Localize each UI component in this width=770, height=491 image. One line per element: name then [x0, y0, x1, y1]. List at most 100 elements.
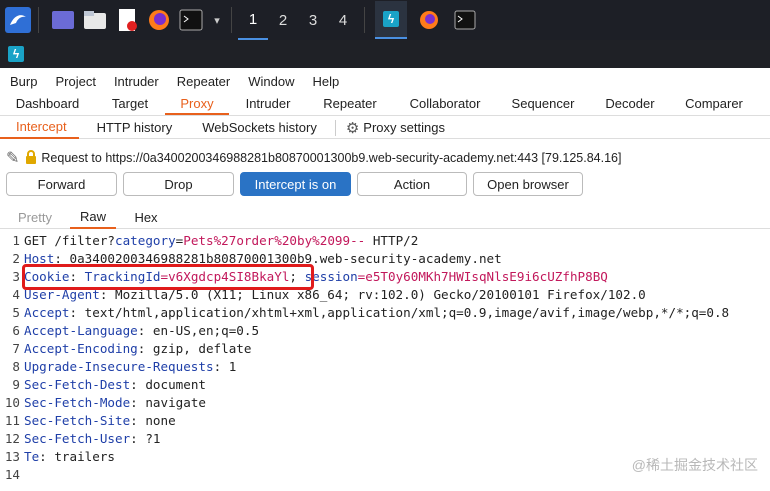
- header-value: : ?1: [130, 431, 161, 446]
- taskbar-separator: [364, 7, 365, 33]
- header-line: 8 Upgrade-Insecure-Requests: 1: [0, 358, 770, 376]
- burp-window-icon[interactable]: ϟ: [375, 1, 407, 39]
- intercept-toggle-button[interactable]: Intercept is on: [240, 172, 351, 196]
- cookie-highlight-box: [22, 264, 314, 290]
- header-value: : document: [130, 377, 206, 392]
- terminal-window-icon[interactable]: [451, 6, 479, 34]
- menu-bar: Burp Project Intruder Repeater Window He…: [0, 70, 770, 92]
- message-editor-tabs: Pretty Raw Hex: [0, 207, 770, 229]
- menu-burp[interactable]: Burp: [0, 74, 45, 89]
- tab-collaborator[interactable]: Collaborator: [393, 92, 497, 115]
- menu-repeater[interactable]: Repeater: [167, 74, 238, 89]
- header-line: 5 Accept: text/html,application/xhtml+xm…: [0, 304, 770, 322]
- proxy-settings-button[interactable]: ⚙ Proxy settings: [342, 116, 457, 140]
- firefox-icon[interactable]: [145, 6, 173, 34]
- forward-button[interactable]: Forward: [6, 172, 117, 196]
- workspace-3[interactable]: 3: [298, 0, 328, 40]
- desktop-icon[interactable]: [49, 6, 77, 34]
- tab-http-history[interactable]: HTTP history: [79, 117, 185, 138]
- header-line: 9 Sec-Fetch-Dest: document: [0, 376, 770, 394]
- lock-icon: [25, 149, 37, 167]
- pencil-icon[interactable]: ✎: [6, 148, 19, 168]
- intercept-toolbar: Forward Drop Intercept is on Action Open…: [6, 172, 583, 196]
- header-value: : gzip, deflate: [137, 341, 252, 356]
- tab-intruder[interactable]: Intruder: [229, 92, 307, 115]
- text-editor-icon[interactable]: [113, 6, 141, 34]
- header-value: : text/html,application/xhtml+xml,applic…: [69, 305, 730, 320]
- taskbar: ▾ 1 2 3 4 ϟ: [0, 0, 770, 40]
- tab-repeater[interactable]: Repeater: [307, 92, 393, 115]
- line-number: 13: [4, 449, 20, 464]
- line-number: 12: [4, 431, 20, 446]
- divider: [334, 119, 336, 136]
- tab-websockets-history[interactable]: WebSockets history: [184, 117, 329, 138]
- request-protocol: HTTP/2: [365, 233, 419, 248]
- header-key: Accept-Encoding: [24, 341, 138, 356]
- param-value: Pets%27order%20by%2099--: [183, 233, 366, 248]
- line-number: 5: [12, 305, 20, 320]
- line-number: 4: [12, 287, 20, 302]
- proxy-sub-tabs: Intercept HTTP history WebSockets histor…: [0, 117, 770, 139]
- open-browser-button[interactable]: Open browser: [473, 172, 583, 196]
- param-key: category: [115, 233, 176, 248]
- kali-menu-icon[interactable]: [4, 6, 32, 34]
- menu-intruder[interactable]: Intruder: [104, 74, 167, 89]
- burp-logo-icon: ϟ: [383, 11, 399, 27]
- line-number: 2: [12, 251, 20, 266]
- line-number: 10: [4, 395, 20, 410]
- chevron-down-icon[interactable]: ▾: [209, 6, 225, 34]
- request-method: GET /filter?: [24, 233, 115, 248]
- header-value: : 1: [213, 359, 237, 374]
- line-number: 8: [12, 359, 20, 374]
- tab-proxy[interactable]: Proxy: [165, 92, 229, 115]
- menu-help[interactable]: Help: [302, 74, 347, 89]
- tab-hex[interactable]: Hex: [126, 207, 166, 228]
- line-number: 14: [4, 467, 20, 482]
- watermark: @稀土掘金技术社区: [632, 455, 758, 475]
- file-manager-icon[interactable]: [81, 6, 109, 34]
- header-key: Sec-Fetch-User: [24, 431, 131, 446]
- line-number: 11: [4, 413, 20, 428]
- watermark-text: @稀土掘金技术社区: [631, 457, 758, 473]
- param-eq: =: [175, 233, 184, 248]
- workspace-4[interactable]: 4: [328, 0, 358, 40]
- tab-target[interactable]: Target: [95, 92, 165, 115]
- header-line: 12 Sec-Fetch-User: ?1: [0, 430, 770, 448]
- line-number: 9: [12, 377, 20, 392]
- gear-icon: ⚙: [345, 119, 360, 137]
- burp-app-icon: ϟ: [8, 46, 24, 62]
- header-value: : none: [130, 413, 176, 428]
- header-value: : en-US,en;q=0.5: [137, 323, 260, 338]
- terminal-icon[interactable]: [177, 6, 205, 34]
- request-info-bar: ✎ Request to https://0a3400200346988281b…: [6, 148, 621, 168]
- firefox-window-icon[interactable]: [415, 6, 443, 34]
- workspace-2[interactable]: 2: [268, 0, 298, 40]
- tab-dashboard[interactable]: Dashboard: [0, 92, 95, 115]
- action-button[interactable]: Action: [357, 172, 467, 196]
- main-tabs: Dashboard Target Proxy Intruder Repeater…: [0, 92, 770, 116]
- menu-project[interactable]: Project: [45, 74, 103, 89]
- request-target-text: Request to https://0a3400200346988281b80…: [41, 151, 622, 165]
- drop-button[interactable]: Drop: [123, 172, 234, 196]
- cookie-value: =e5T0y60MKh7HWIsqNlsE9i6cUZfhP8BQ: [357, 269, 608, 284]
- header-key: Sec-Fetch-Dest: [24, 377, 131, 392]
- tab-sequencer[interactable]: Sequencer: [497, 92, 589, 115]
- header-key: Sec-Fetch-Mode: [24, 395, 131, 410]
- header-line: 10 Sec-Fetch-Mode: navigate: [0, 394, 770, 412]
- header-key: Upgrade-Insecure-Requests: [24, 359, 214, 374]
- tab-decoder[interactable]: Decoder: [589, 92, 671, 115]
- header-key: Accept: [24, 305, 70, 320]
- proxy-settings-label: Proxy settings: [363, 120, 445, 135]
- tab-intercept[interactable]: Intercept: [0, 116, 79, 139]
- tab-raw[interactable]: Raw: [70, 206, 116, 229]
- menu-window[interactable]: Window: [238, 74, 302, 89]
- header-key: Te: [24, 449, 40, 464]
- header-line: 7 Accept-Encoding: gzip, deflate: [0, 340, 770, 358]
- line-number: 6: [12, 323, 20, 338]
- header-line: 6 Accept-Language: en-US,en;q=0.5: [0, 322, 770, 340]
- workspace-1[interactable]: 1: [238, 0, 268, 40]
- tab-comparer[interactable]: Comparer: [671, 92, 757, 115]
- tab-pretty[interactable]: Pretty: [12, 207, 58, 228]
- taskbar-separator: [38, 7, 39, 33]
- header-value: : navigate: [130, 395, 206, 410]
